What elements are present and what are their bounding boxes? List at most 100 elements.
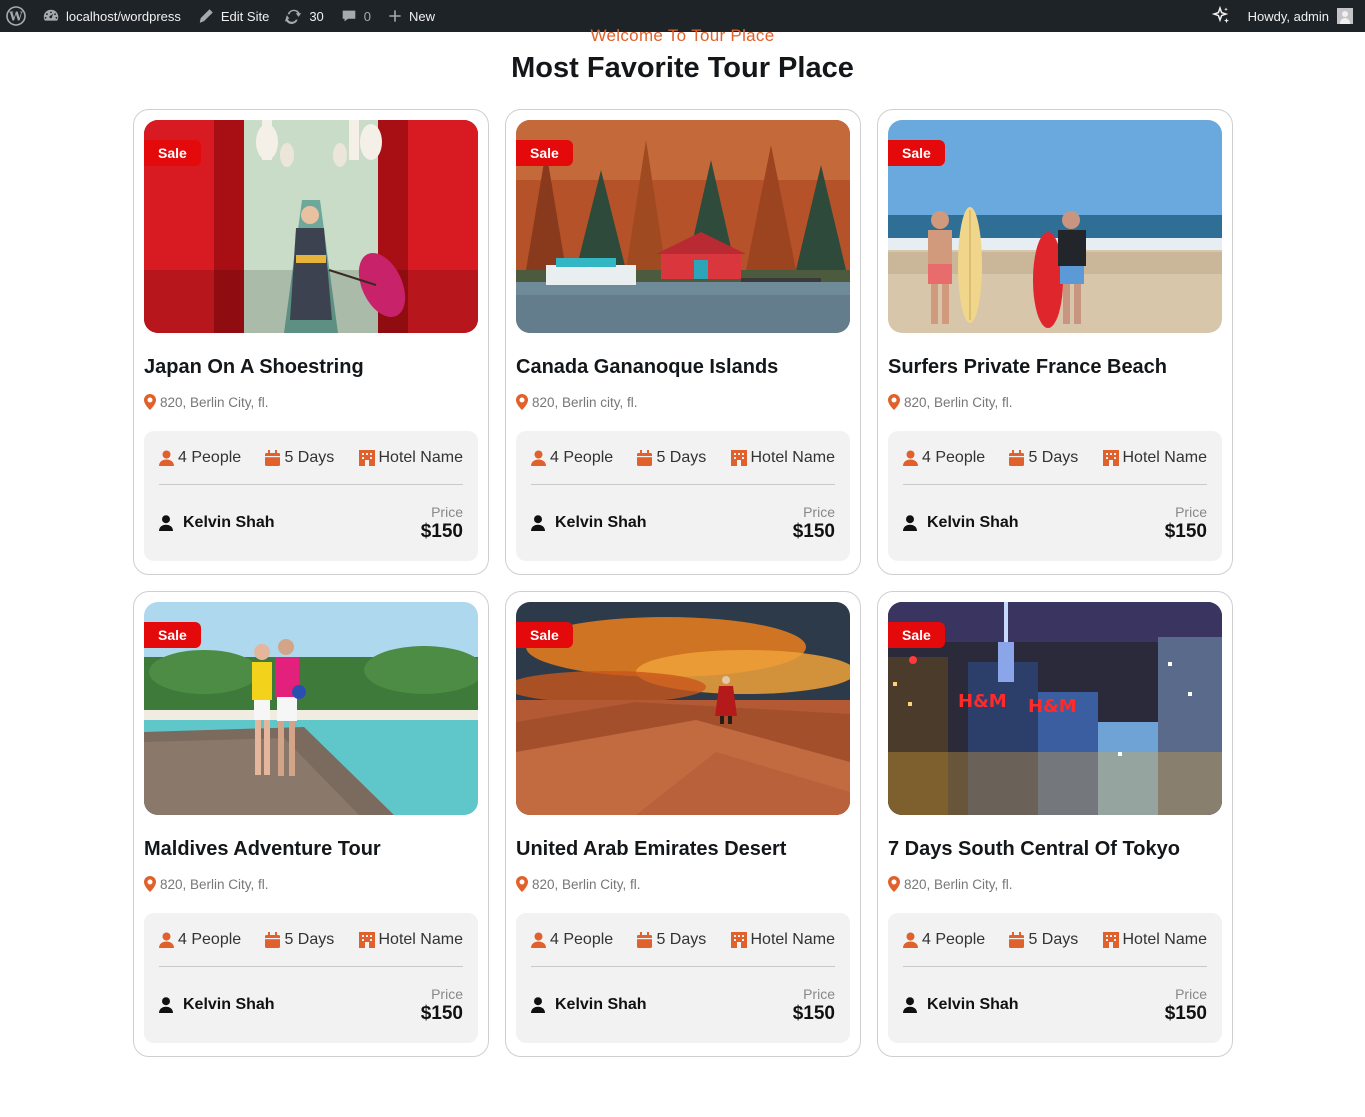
tour-footer: Kelvin Shah Price $150 bbox=[159, 485, 463, 561]
howdy-label: Howdy, admin bbox=[1247, 8, 1329, 24]
hotel-meta: Hotel Name bbox=[1102, 930, 1207, 949]
user-icon bbox=[903, 450, 918, 466]
tour-card[interactable]: Sale Surfers Private France Beach 820, B… bbox=[877, 109, 1233, 575]
tour-card[interactable]: Sale H&M H&M 7 Days South Central Of Tok… bbox=[877, 591, 1233, 1057]
days-meta: 5 Days bbox=[1009, 931, 1078, 949]
tour-footer: Kelvin Shah Price $150 bbox=[903, 967, 1207, 1043]
price-value: $150 bbox=[1164, 520, 1207, 542]
tour-meta: 4 People 5 Days Hotel Name bbox=[531, 913, 835, 967]
price-block: Price $150 bbox=[793, 504, 835, 543]
map-pin-icon bbox=[888, 394, 900, 410]
tour-location: 820, Berlin City, fl. bbox=[144, 874, 478, 894]
price-value: $150 bbox=[420, 1002, 463, 1024]
hotel-icon bbox=[1102, 931, 1119, 948]
hotel-label: Hotel Name bbox=[1122, 930, 1207, 948]
map-pin-icon bbox=[516, 876, 528, 892]
location-text: 820, Berlin City, fl. bbox=[904, 394, 1013, 410]
hotel-icon bbox=[358, 931, 375, 948]
people-label: 4 People bbox=[922, 930, 986, 948]
updates-icon bbox=[285, 9, 302, 24]
days-label: 5 Days bbox=[284, 930, 335, 948]
price-label: Price bbox=[1175, 985, 1207, 1002]
tour-meta: 4 People 5 Days Hotel Name bbox=[159, 431, 463, 485]
location-text: 820, Berlin city, fl. bbox=[532, 394, 638, 410]
people-label: 4 People bbox=[550, 448, 614, 466]
price-block: Price $150 bbox=[1165, 986, 1207, 1025]
people-meta: 4 People bbox=[531, 931, 613, 949]
sale-badge: Sale bbox=[516, 140, 573, 166]
tour-image[interactable]: Sale H&M H&M bbox=[888, 602, 1222, 815]
tour-image[interactable]: Sale bbox=[144, 120, 478, 333]
map-pin-icon bbox=[516, 394, 528, 410]
map-pin-icon bbox=[144, 394, 156, 410]
tour-title[interactable]: United Arab Emirates Desert bbox=[516, 838, 850, 864]
agent[interactable]: Kelvin Shah bbox=[159, 514, 275, 532]
map-pin-icon bbox=[888, 876, 900, 892]
calendar-icon bbox=[265, 931, 281, 948]
user-icon bbox=[531, 997, 545, 1013]
location-text: 820, Berlin City, fl. bbox=[160, 394, 269, 410]
calendar-icon bbox=[1009, 931, 1025, 948]
tour-card[interactable]: Sale Japan On A Shoestring 820, Berlin C… bbox=[133, 109, 489, 575]
calendar-icon bbox=[265, 449, 281, 466]
tour-location: 820, Berlin city, fl. bbox=[516, 392, 850, 412]
days-meta: 5 Days bbox=[637, 931, 706, 949]
agent[interactable]: Kelvin Shah bbox=[531, 996, 647, 1014]
days-meta: 5 Days bbox=[1009, 449, 1078, 467]
agent[interactable]: Kelvin Shah bbox=[159, 996, 275, 1014]
tour-title[interactable]: Maldives Adventure Tour bbox=[144, 838, 478, 864]
agent-name: Kelvin Shah bbox=[927, 514, 1019, 531]
sale-badge: Sale bbox=[144, 140, 201, 166]
tour-card[interactable]: Sale Maldives Adventure Tour 820, Berlin… bbox=[133, 591, 489, 1057]
location-text: 820, Berlin City, fl. bbox=[904, 876, 1013, 892]
people-meta: 4 People bbox=[903, 449, 985, 467]
map-pin-icon bbox=[144, 876, 156, 892]
tour-title[interactable]: Japan On A Shoestring bbox=[144, 356, 478, 382]
edit-site-label: Edit Site bbox=[220, 8, 270, 24]
tour-image[interactable]: Sale bbox=[144, 602, 478, 815]
hotel-label: Hotel Name bbox=[750, 930, 835, 948]
user-icon bbox=[159, 997, 173, 1013]
price-label: Price bbox=[803, 985, 835, 1002]
tour-title[interactable]: Canada Gananoque Islands bbox=[516, 356, 850, 382]
hotel-icon bbox=[730, 449, 747, 466]
tour-info-panel: 4 People 5 Days Hotel Name Kelvin Shah P… bbox=[888, 913, 1222, 1043]
tour-image[interactable]: Sale bbox=[888, 120, 1222, 333]
tour-image[interactable]: Sale bbox=[516, 602, 850, 815]
people-meta: 4 People bbox=[903, 931, 985, 949]
people-meta: 4 People bbox=[159, 931, 241, 949]
price-block: Price $150 bbox=[1165, 504, 1207, 543]
svg-text:H&M: H&M bbox=[1028, 696, 1077, 717]
user-icon bbox=[903, 515, 917, 531]
price-block: Price $150 bbox=[793, 986, 835, 1025]
people-meta: 4 People bbox=[531, 449, 613, 467]
hotel-label: Hotel Name bbox=[378, 448, 463, 466]
sale-badge: Sale bbox=[144, 622, 201, 648]
section-title: Most Favorite Tour Place bbox=[511, 52, 854, 84]
user-icon bbox=[159, 515, 173, 531]
agent[interactable]: Kelvin Shah bbox=[531, 514, 647, 532]
tour-meta: 4 People 5 Days Hotel Name bbox=[903, 913, 1207, 967]
tour-meta: 4 People 5 Days Hotel Name bbox=[159, 913, 463, 967]
agent[interactable]: Kelvin Shah bbox=[903, 996, 1019, 1014]
tour-location: 820, Berlin City, fl. bbox=[516, 874, 850, 894]
hotel-meta: Hotel Name bbox=[730, 930, 835, 949]
price-value: $150 bbox=[792, 520, 835, 542]
pencil-icon bbox=[199, 9, 213, 23]
user-icon bbox=[159, 450, 174, 466]
tour-image[interactable]: Sale bbox=[516, 120, 850, 333]
days-meta: 5 Days bbox=[637, 449, 706, 467]
tour-card[interactable]: Sale Canada Gananoque Islands 820, Berli… bbox=[505, 109, 861, 575]
tour-info-panel: 4 People 5 Days Hotel Name Kelvin Shah P… bbox=[888, 431, 1222, 561]
days-label: 5 Days bbox=[284, 448, 335, 466]
agent[interactable]: Kelvin Shah bbox=[903, 514, 1019, 532]
hotel-meta: Hotel Name bbox=[1102, 449, 1207, 467]
sale-badge: Sale bbox=[516, 622, 573, 648]
price-block: Price $150 bbox=[421, 504, 463, 543]
section-subtitle: Welcome To Tour Place bbox=[590, 26, 775, 45]
tour-card[interactable]: Sale United Arab Emirates Desert 820, Be… bbox=[505, 591, 861, 1057]
tour-title[interactable]: 7 Days South Central Of Tokyo bbox=[888, 838, 1222, 864]
tour-footer: Kelvin Shah Price $150 bbox=[531, 485, 835, 561]
price-label: Price bbox=[803, 503, 835, 520]
tour-title[interactable]: Surfers Private France Beach bbox=[888, 356, 1222, 382]
